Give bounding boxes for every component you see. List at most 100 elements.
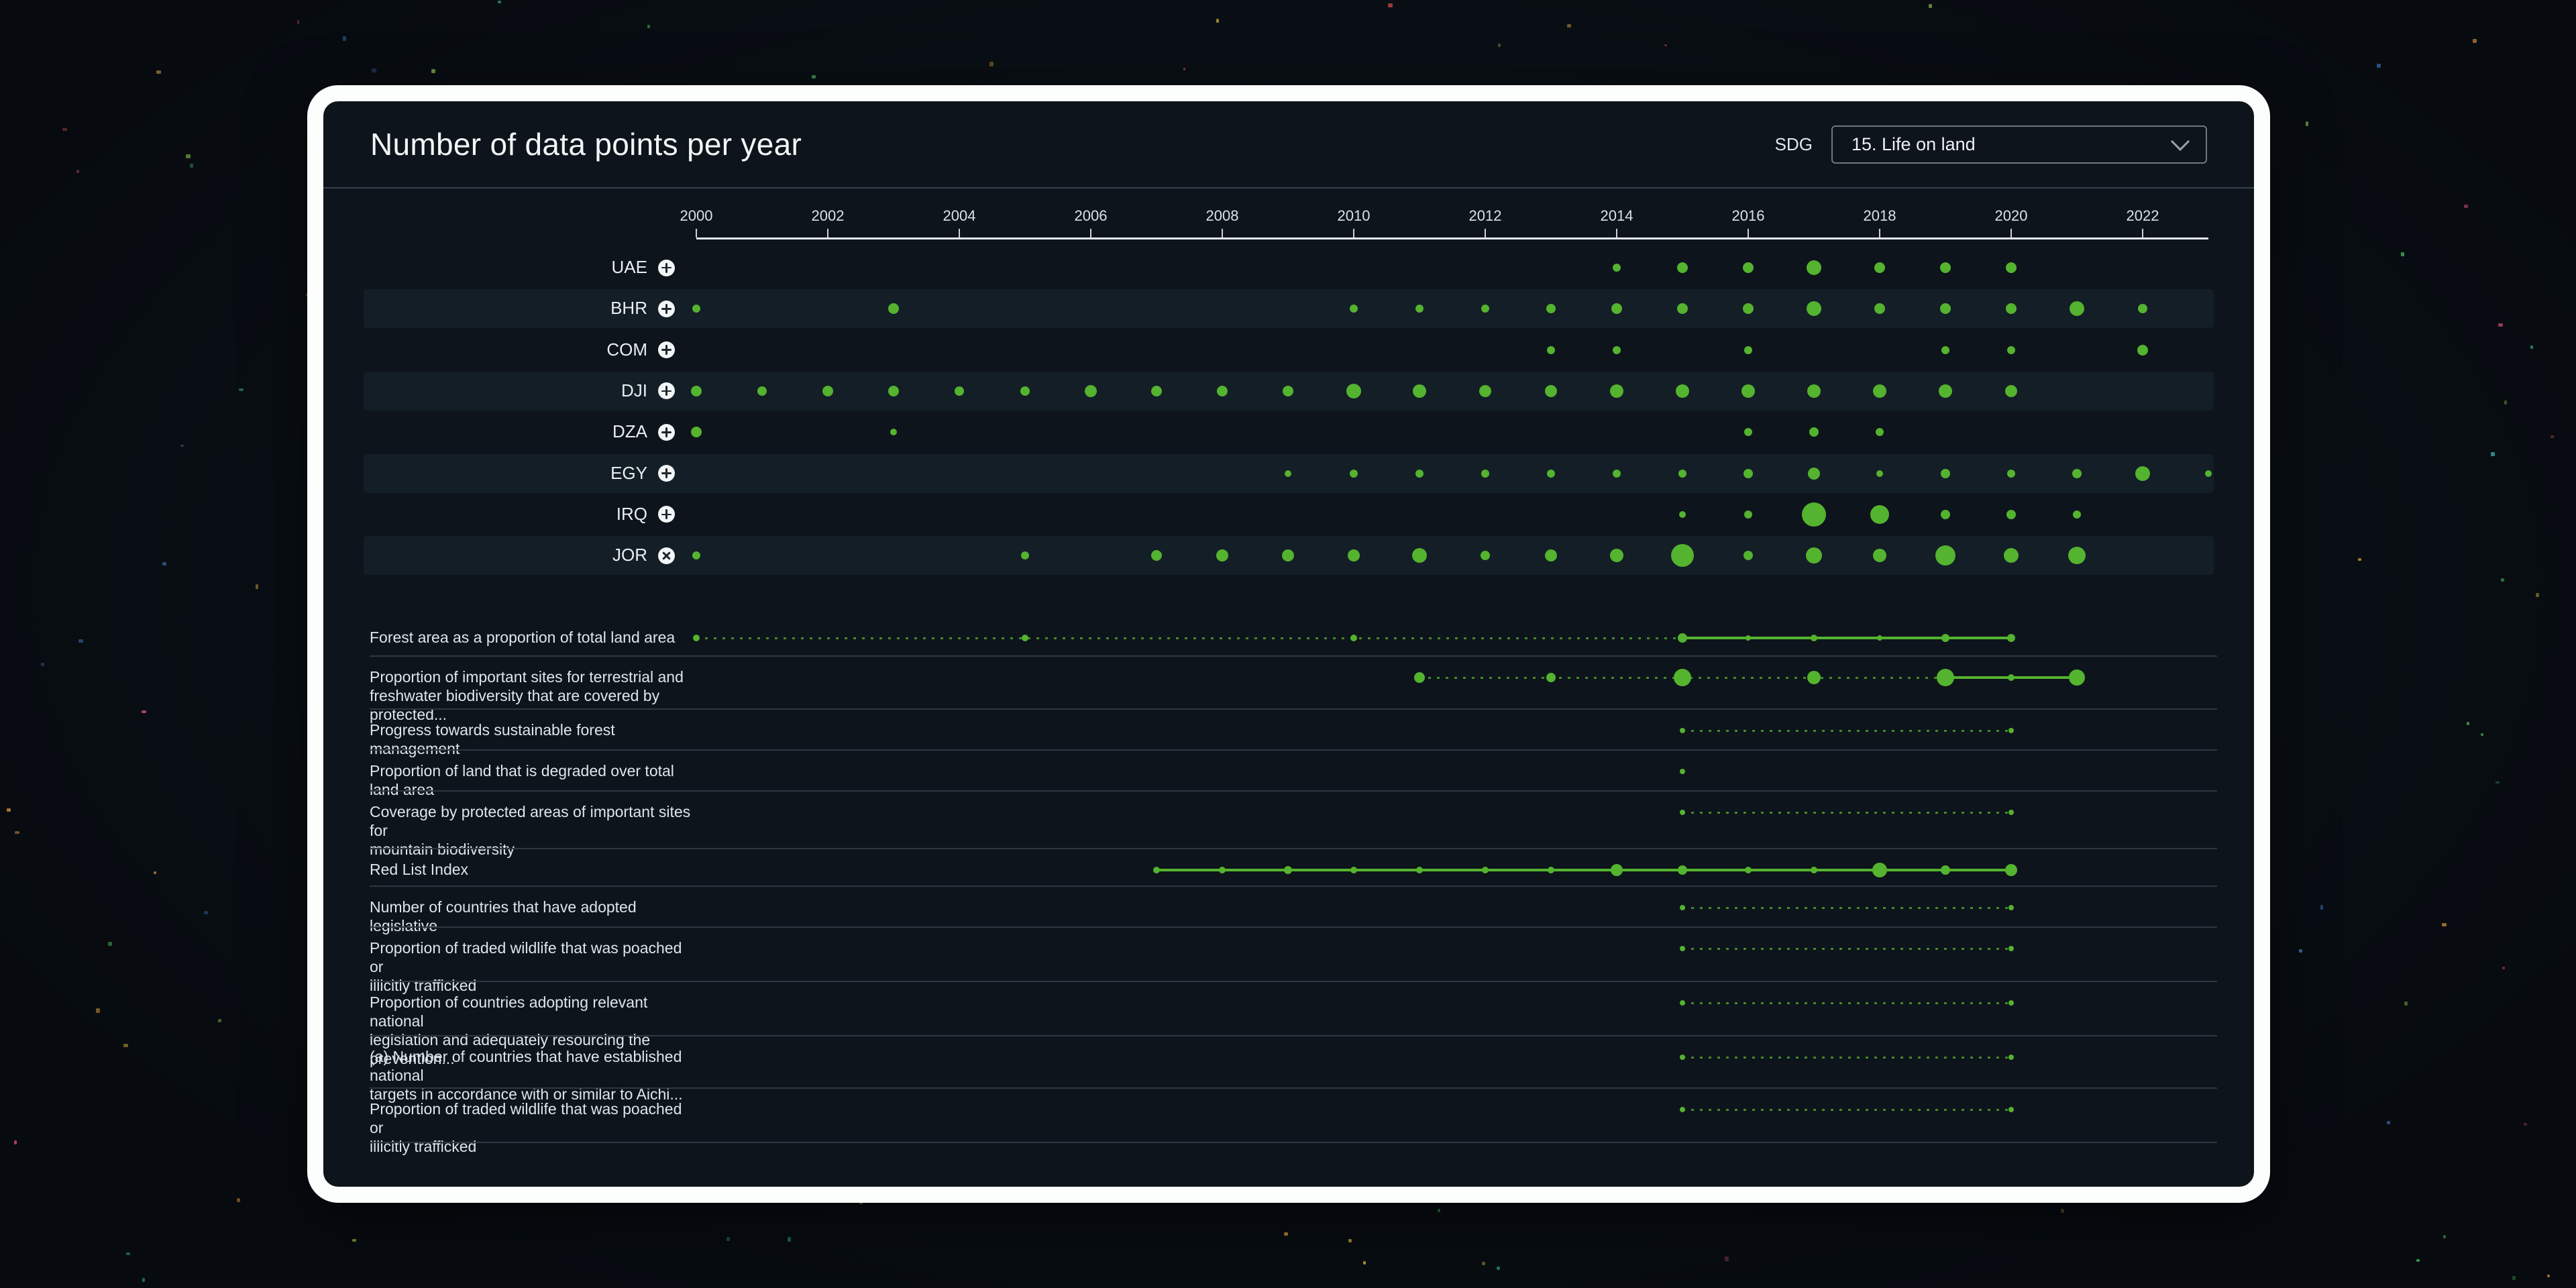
add-country-button[interactable] <box>658 424 675 441</box>
data-point[interactable] <box>2135 466 2150 481</box>
data-point[interactable] <box>1870 505 1889 524</box>
data-point[interactable] <box>1285 470 1291 477</box>
data-point[interactable] <box>2008 810 2014 815</box>
data-point[interactable] <box>1941 346 1949 354</box>
data-point[interactable] <box>1479 385 1491 397</box>
data-point[interactable] <box>2005 385 2017 397</box>
add-country-button[interactable] <box>658 260 675 276</box>
data-point[interactable] <box>1937 669 1954 686</box>
data-point[interactable] <box>1744 511 1752 519</box>
data-point[interactable] <box>822 386 833 396</box>
data-point[interactable] <box>2006 510 2016 519</box>
data-point[interactable] <box>955 386 964 396</box>
data-point[interactable] <box>2008 728 2014 733</box>
data-point[interactable] <box>1807 671 1821 684</box>
data-point[interactable] <box>1547 470 1555 478</box>
data-point[interactable] <box>2069 669 2085 686</box>
data-point[interactable] <box>2008 1000 2014 1006</box>
data-point[interactable] <box>1020 386 1030 396</box>
add-country-button[interactable] <box>658 465 675 482</box>
data-point[interactable] <box>1744 428 1752 436</box>
data-point[interactable] <box>1416 867 1423 873</box>
data-point[interactable] <box>1874 262 1885 273</box>
data-point[interactable] <box>1941 634 1949 642</box>
data-point[interactable] <box>2008 1107 2014 1112</box>
data-point[interactable] <box>1611 864 1623 876</box>
data-point[interactable] <box>1876 428 1884 436</box>
data-point[interactable] <box>1876 470 1883 477</box>
data-point[interactable] <box>1613 470 1621 478</box>
data-point[interactable] <box>1677 262 1688 273</box>
data-point[interactable] <box>1413 384 1426 398</box>
data-point[interactable] <box>1872 863 1887 877</box>
data-point[interactable] <box>757 386 767 396</box>
data-point[interactable] <box>1350 635 1357 641</box>
data-point[interactable] <box>1547 346 1555 354</box>
data-point[interactable] <box>1746 635 1751 641</box>
data-point[interactable] <box>1745 867 1752 873</box>
data-point[interactable] <box>2008 905 2014 910</box>
data-point[interactable] <box>1680 769 1685 774</box>
data-point[interactable] <box>1415 470 1424 478</box>
data-point[interactable] <box>2008 946 2014 951</box>
data-point[interactable] <box>1674 669 1691 686</box>
data-point[interactable] <box>1610 384 1623 398</box>
data-point[interactable] <box>1151 386 1162 396</box>
data-point[interactable] <box>1548 867 1554 873</box>
data-point[interactable] <box>2007 470 2015 478</box>
data-point[interactable] <box>1022 635 1028 641</box>
data-point[interactable] <box>1940 262 1951 273</box>
data-point[interactable] <box>1680 728 1685 733</box>
data-point[interactable] <box>890 429 897 435</box>
data-point[interactable] <box>1678 633 1687 643</box>
data-point[interactable] <box>2008 674 2015 681</box>
data-point[interactable] <box>691 427 702 437</box>
data-point[interactable] <box>1679 511 1686 518</box>
remove-country-button[interactable] <box>658 547 675 564</box>
data-point[interactable] <box>2137 345 2148 356</box>
data-point[interactable] <box>1811 867 1817 873</box>
data-point[interactable] <box>1877 635 1882 641</box>
data-point[interactable] <box>1802 502 1826 527</box>
data-point[interactable] <box>693 635 700 641</box>
data-point[interactable] <box>1680 810 1685 815</box>
data-point[interactable] <box>888 386 899 396</box>
add-country-button[interactable] <box>658 341 675 358</box>
add-country-button[interactable] <box>658 301 675 317</box>
data-point[interactable] <box>1808 468 1820 480</box>
data-point[interactable] <box>2072 469 2082 478</box>
add-country-button[interactable] <box>658 382 675 399</box>
data-point[interactable] <box>2008 1055 2014 1060</box>
data-point[interactable] <box>2007 634 2015 642</box>
data-point[interactable] <box>1546 673 1556 682</box>
data-point[interactable] <box>1482 867 1489 873</box>
data-point[interactable] <box>1678 470 1686 478</box>
data-point[interactable] <box>2006 262 2017 273</box>
data-point[interactable] <box>1941 510 1950 519</box>
data-point[interactable] <box>2007 346 2015 354</box>
data-point[interactable] <box>1741 384 1755 398</box>
data-point[interactable] <box>691 386 702 396</box>
data-point[interactable] <box>1680 1000 1685 1006</box>
data-point[interactable] <box>1545 385 1557 397</box>
data-point[interactable] <box>1941 469 1950 478</box>
data-point[interactable] <box>1346 384 1361 398</box>
data-point[interactable] <box>1743 262 1754 273</box>
data-point[interactable] <box>2205 470 2212 477</box>
data-point[interactable] <box>2005 864 2017 876</box>
data-point[interactable] <box>1350 867 1357 873</box>
data-point[interactable] <box>1680 1107 1685 1112</box>
data-point[interactable] <box>1283 386 1293 396</box>
data-point[interactable] <box>1350 470 1358 478</box>
data-point[interactable] <box>1085 385 1097 397</box>
add-country-button[interactable] <box>658 506 675 523</box>
data-point[interactable] <box>1807 260 1821 275</box>
data-point[interactable] <box>1744 346 1752 354</box>
data-point[interactable] <box>1811 635 1817 641</box>
data-point[interactable] <box>1680 905 1685 910</box>
data-point[interactable] <box>1680 946 1685 951</box>
data-point[interactable] <box>1219 867 1226 873</box>
data-point[interactable] <box>1809 427 1819 437</box>
data-point[interactable] <box>1481 470 1489 478</box>
data-point[interactable] <box>1939 384 1952 398</box>
